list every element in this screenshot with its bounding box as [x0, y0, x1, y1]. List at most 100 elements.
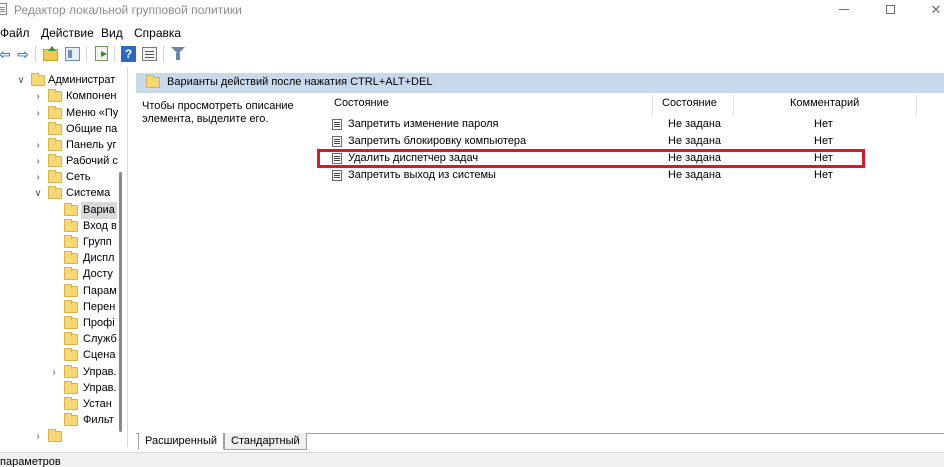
tree-item[interactable]: Профі [0, 315, 127, 332]
export-list-icon[interactable] [95, 46, 108, 61]
tab-extended[interactable]: Расширенный [138, 433, 224, 450]
column-header-comment[interactable]: Комментарий [790, 97, 859, 115]
folder-icon [48, 186, 62, 199]
tree-item[interactable]: Устан [0, 396, 127, 413]
chevron-down-icon[interactable]: ∨ [16, 72, 26, 89]
folder-icon [48, 429, 62, 442]
back-arrow-icon[interactable]: ⇦ [0, 45, 14, 63]
chevron-right-icon[interactable]: › [33, 153, 43, 170]
folder-icon [64, 219, 78, 232]
folder-icon [64, 381, 78, 394]
tree-item-label: Управ. [83, 382, 117, 394]
chevron-right-icon[interactable]: › [33, 137, 43, 154]
toolbar-separator [35, 46, 36, 62]
help-icon[interactable]: ? [121, 46, 136, 62]
chevron-down-icon[interactable]: ∨ [33, 185, 43, 202]
tree-item[interactable]: Парам [0, 283, 127, 300]
menu-help[interactable]: Справка [134, 26, 181, 40]
close-button[interactable]: ✕ [913, 0, 944, 21]
forward-arrow-icon[interactable]: ⇨ [14, 45, 32, 63]
section-title: Варианты действий после нажатия CTRL+ALT… [167, 76, 433, 88]
folder-icon [64, 316, 78, 329]
tree-item[interactable]: › Панель уг [0, 137, 127, 154]
minimize-button[interactable] [821, 0, 867, 21]
tree-item-label: Сеть [66, 171, 91, 183]
tab-standard[interactable]: Стандартный [224, 433, 307, 450]
tree-item-label: Перен [83, 301, 116, 313]
menu-view[interactable]: Вид [101, 26, 123, 40]
up-folder-icon[interactable] [43, 46, 58, 61]
tree-item[interactable]: › Сеть [0, 169, 127, 186]
tree-item[interactable]: › Компонен [0, 88, 127, 105]
tree-item[interactable]: Вход в [0, 218, 127, 235]
chevron-right-icon[interactable]: › [33, 105, 43, 122]
tree-item-label: Компонен [66, 90, 117, 102]
tree-item[interactable]: › Рабочий с [0, 153, 127, 170]
menu-action[interactable]: Действие [41, 26, 94, 40]
folder-icon [64, 251, 78, 264]
tree-item[interactable]: Диспл [0, 250, 127, 267]
policy-row[interactable]: Запретить блокировку компьютера Не задан… [332, 133, 852, 150]
tree-item-label: Система [66, 187, 111, 199]
tree-item[interactable]: › Меню «Пу [0, 105, 127, 122]
toolbar-separator [114, 46, 115, 62]
policy-setting-icon [332, 119, 342, 130]
tree-item[interactable]: › [0, 428, 127, 445]
chevron-right-icon[interactable]: › [33, 169, 43, 186]
menu-file[interactable]: Файл [0, 26, 30, 40]
column-separator[interactable] [916, 95, 917, 115]
chevron-right-icon[interactable]: › [33, 428, 43, 445]
folder-icon [48, 154, 62, 167]
policy-name: Запретить блокировку компьютера [348, 135, 527, 147]
folder-icon [64, 300, 78, 313]
description-text: Чтобы просмотреть описание элемента, выд… [142, 100, 322, 126]
tree-item-label: Досту [83, 268, 113, 280]
details-pane: Варианты действий после нажатия CTRL+ALT… [136, 67, 944, 447]
tree-item-selected[interactable]: Вариа [0, 202, 127, 219]
folder-icon [64, 284, 78, 297]
tree-item[interactable]: Перен [0, 299, 127, 316]
properties-icon[interactable] [142, 47, 157, 61]
tree-item[interactable]: › Управ. [0, 364, 127, 381]
column-separator[interactable] [652, 95, 653, 115]
column-header-name[interactable]: Состояние [334, 97, 389, 115]
chevron-right-icon[interactable]: › [49, 364, 59, 381]
filter-icon[interactable] [171, 47, 185, 61]
folder-open-icon [64, 203, 78, 216]
tree-item[interactable]: Фильт [0, 412, 127, 429]
toolbar-separator [163, 46, 164, 62]
folder-icon [64, 365, 78, 378]
tree-item-label: Профі [83, 317, 115, 329]
policy-comment: Нет [814, 118, 833, 130]
column-separator[interactable] [733, 95, 734, 115]
tree-item[interactable]: Сцена [0, 347, 127, 364]
policy-row[interactable]: Запретить выход из системы Не задана Нет [332, 167, 852, 184]
description-line: Чтобы просмотреть описание [142, 100, 294, 112]
tree-item-label: Диспл [83, 252, 115, 264]
tree-item-label: Групп [83, 236, 112, 248]
folder-icon [31, 73, 45, 86]
maximize-icon [885, 5, 895, 14]
toolbar: ⇦ ⇨ ? [0, 43, 944, 66]
tree-pane[interactable]: ∨ Администрат › Компонен › Меню «Пу Общи… [0, 67, 128, 447]
tree-item-label: Общие па [66, 123, 118, 135]
tree-item-label: Парам [83, 285, 117, 297]
tree-item[interactable]: Досту [0, 266, 127, 283]
show-hide-tree-icon[interactable] [65, 47, 80, 61]
tree-item[interactable]: ∨ Администрат [0, 72, 127, 89]
chevron-right-icon[interactable]: › [33, 88, 43, 105]
description-line: элемента, выделите его. [142, 113, 269, 125]
status-text: параметров [0, 456, 61, 467]
maximize-button[interactable] [867, 0, 913, 21]
tree-item[interactable]: Общие па [0, 121, 127, 138]
tree-item[interactable]: Управ. [0, 380, 127, 397]
menu-bar: Файл Действие Вид Справка [0, 22, 944, 42]
tree-scrollbar[interactable] [119, 172, 122, 432]
policy-row[interactable]: Запретить изменение пароля Не задана Нет [332, 116, 852, 133]
tree-item[interactable]: ∨ Система [0, 185, 127, 202]
toolbar-separator [86, 46, 87, 62]
tree-item[interactable]: Групп [0, 234, 127, 251]
tree-item[interactable]: Служб [0, 331, 127, 348]
column-header-state[interactable]: Состояние [662, 97, 717, 115]
tree-item-label: Устан [83, 398, 112, 410]
